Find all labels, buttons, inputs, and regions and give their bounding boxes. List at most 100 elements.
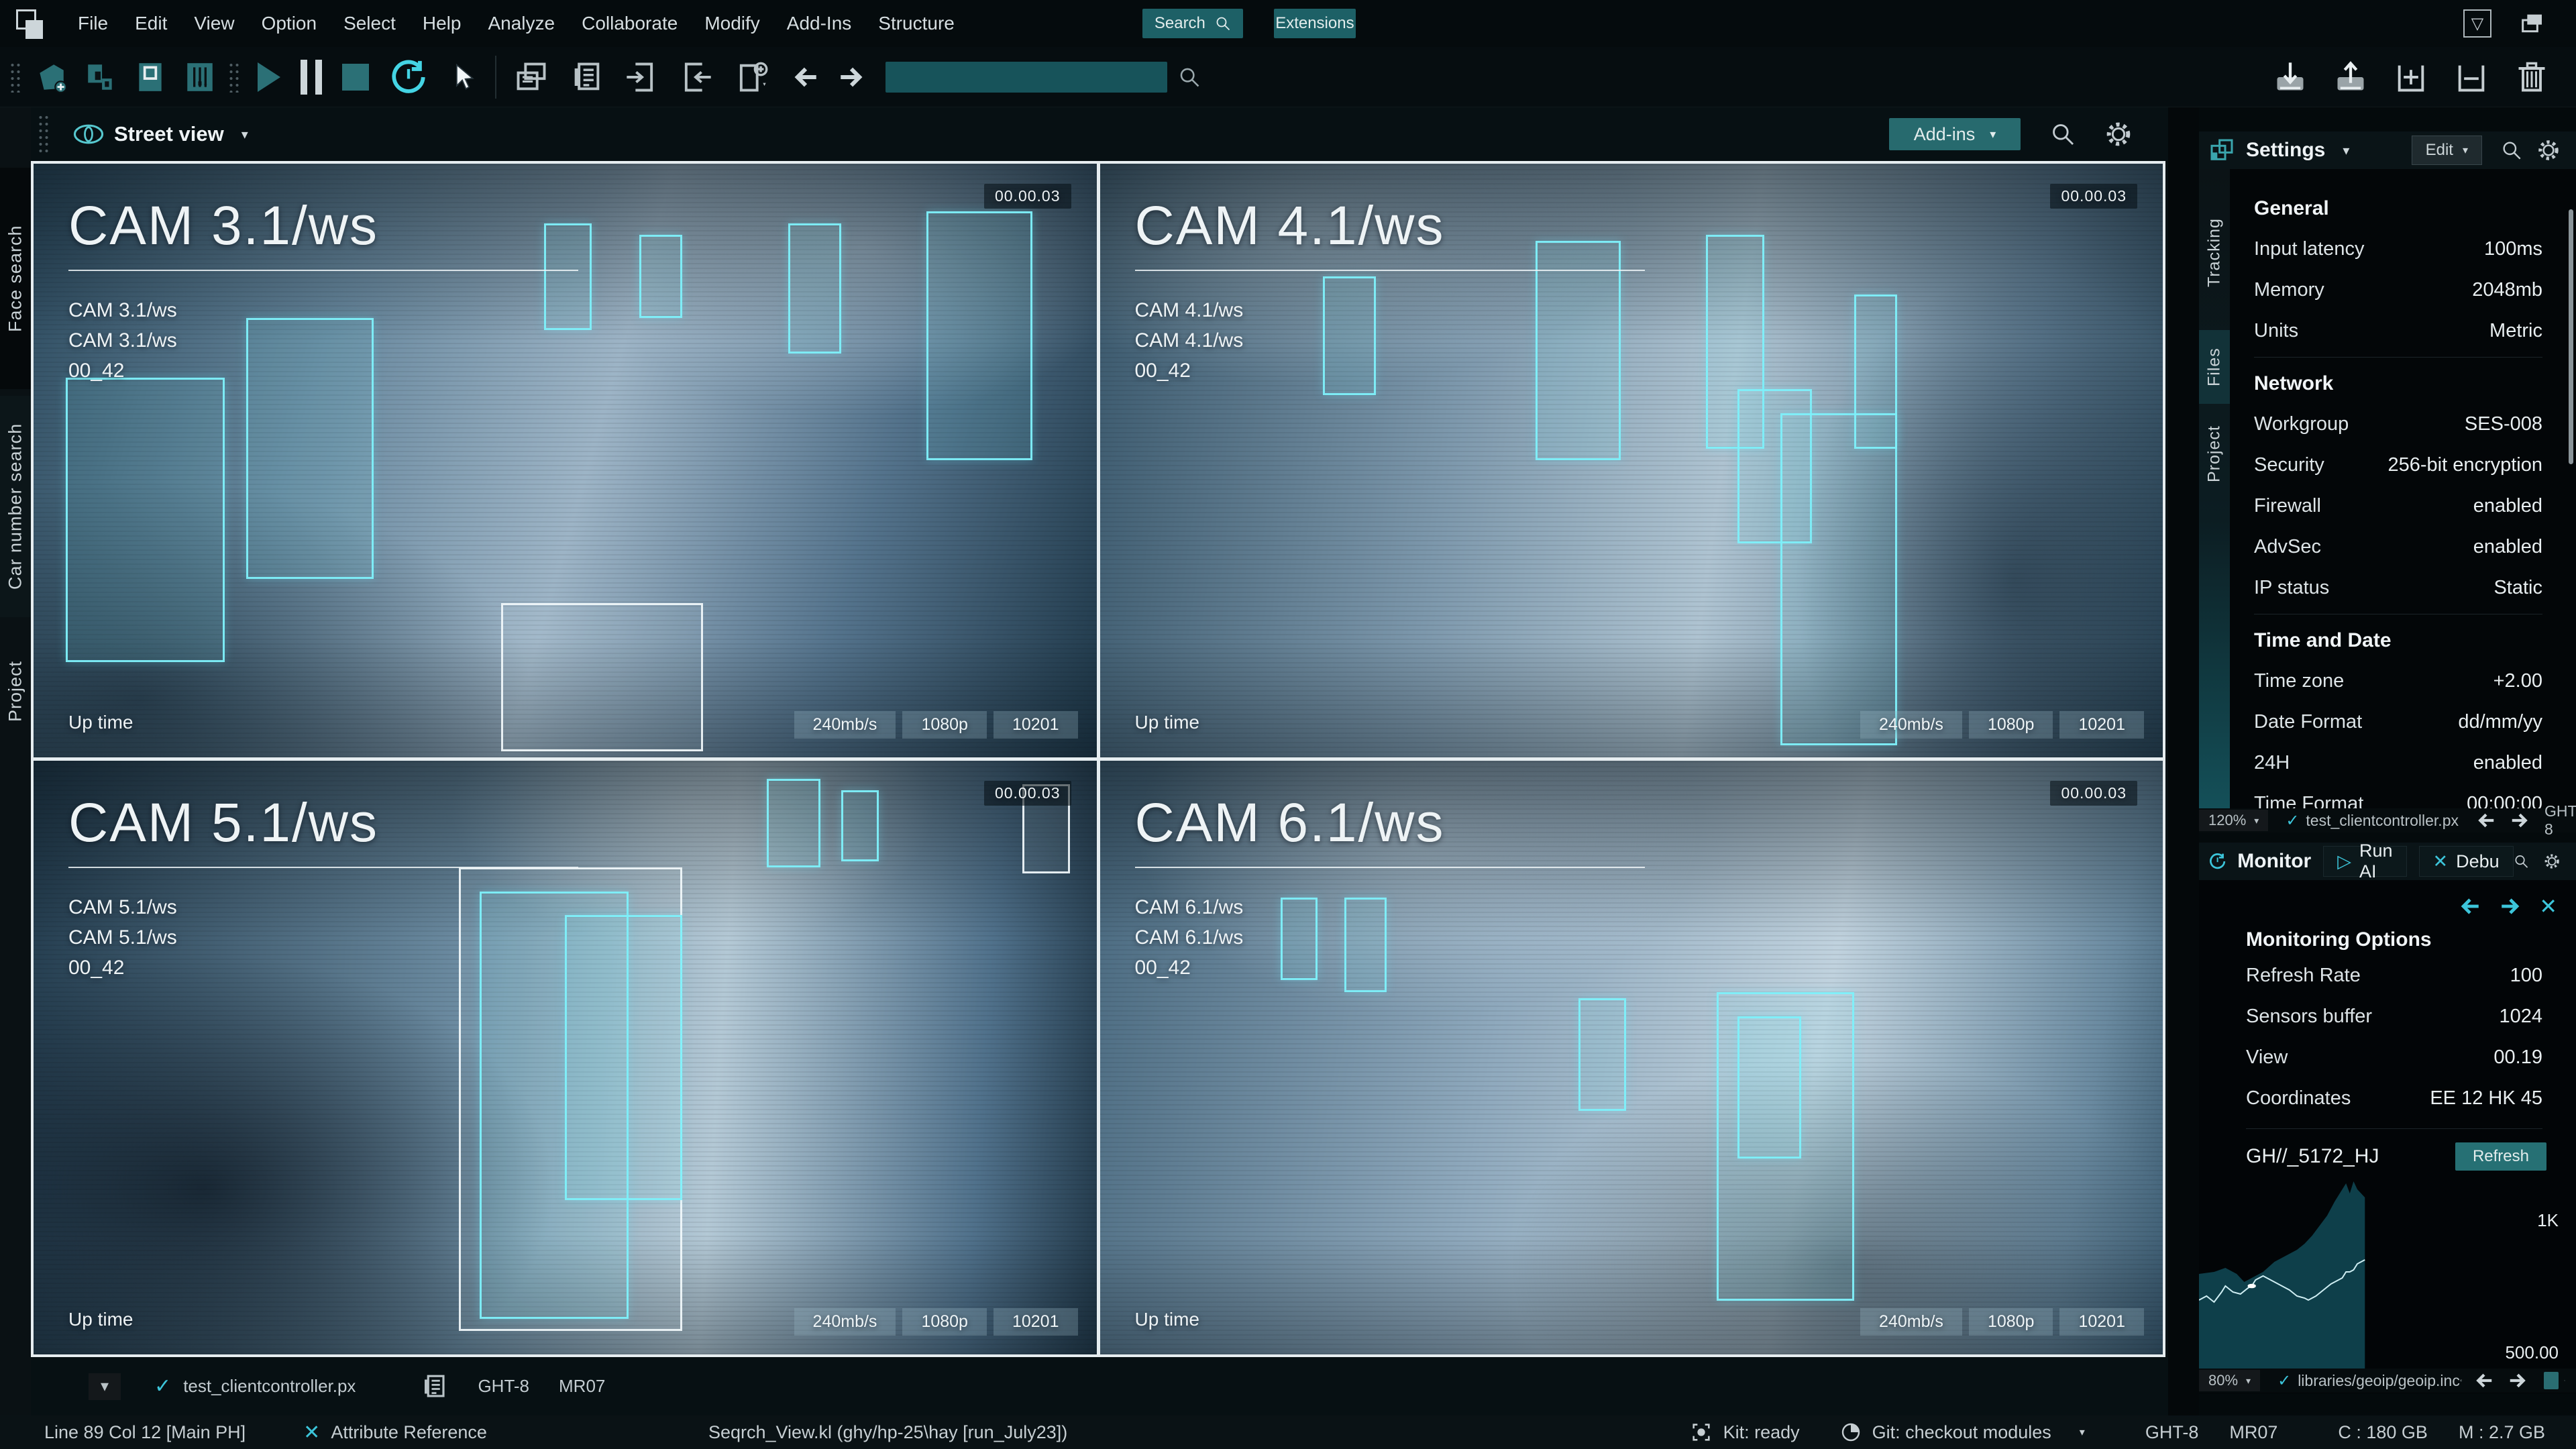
setting-value[interactable]: enabled xyxy=(2473,536,2542,558)
menu-structure[interactable]: Structure xyxy=(865,13,968,34)
sliders-tool-icon[interactable] xyxy=(181,58,219,96)
menu-file[interactable]: File xyxy=(64,13,121,34)
refresh-button[interactable]: Refresh xyxy=(2455,1142,2546,1171)
scrollbar[interactable] xyxy=(2569,209,2573,464)
menu-analyze[interactable]: Analyze xyxy=(474,13,568,34)
settings-row[interactable]: Units Metric xyxy=(2254,311,2542,352)
export-page-icon[interactable] xyxy=(679,60,714,95)
settings-row[interactable]: Security 256-bit encryption xyxy=(2254,445,2542,486)
settings-row[interactable]: Workgroup SES-008 xyxy=(2254,404,2542,445)
run-ai-tab[interactable]: ▷ Run AI xyxy=(2323,846,2406,877)
search-icon[interactable] xyxy=(2501,140,2522,161)
settings-row[interactable]: AdvSec enabled xyxy=(2254,527,2542,568)
edit-button[interactable]: Edit ▾ xyxy=(2412,136,2482,165)
remove-item-icon[interactable] xyxy=(2454,60,2489,95)
forward-arrow-icon[interactable] xyxy=(2510,810,2530,830)
active-file-label[interactable]: test_clientcontroller.px xyxy=(183,1376,356,1397)
view-selector[interactable]: Street view xyxy=(114,122,224,146)
setting-value[interactable]: SES-008 xyxy=(2465,413,2542,435)
monitor-value[interactable]: 1024 xyxy=(2499,1006,2542,1028)
setting-value[interactable]: Static xyxy=(2493,577,2542,599)
forward-arrow-icon[interactable] xyxy=(2508,1371,2528,1391)
search-icon[interactable] xyxy=(2564,1373,2565,1388)
setting-value[interactable]: dd/mm/yy xyxy=(2458,711,2542,733)
setting-value[interactable]: Metric xyxy=(2489,320,2542,342)
sidebar-tab-project[interactable]: Project xyxy=(0,624,31,758)
cursor-tool-icon[interactable] xyxy=(448,62,478,92)
chevron-down-icon[interactable]: ▾ xyxy=(2343,142,2349,159)
back-arrow-icon[interactable] xyxy=(2459,895,2481,918)
monitor-row[interactable]: Coordinates EE 12 HK 45 xyxy=(2246,1078,2542,1119)
menu-option[interactable]: Option xyxy=(248,13,331,34)
monitor-value[interactable]: 100 xyxy=(2510,965,2542,987)
menu-collaborate[interactable]: Collaborate xyxy=(568,13,691,34)
menu-edit[interactable]: Edit xyxy=(121,13,180,34)
back-arrow-icon[interactable] xyxy=(2476,810,2496,830)
toolbar-search-input[interactable] xyxy=(885,62,1167,93)
settings-row[interactable]: Time zone +2.00 xyxy=(2254,661,2542,702)
drag-grip[interactable] xyxy=(228,62,241,93)
stop-button[interactable] xyxy=(342,64,369,91)
camera-feed-4-1[interactable]: CAM 4.1/ws CAM 4.1/ws CAM 4.1/ws 00_42 0… xyxy=(1100,164,2163,757)
search-icon[interactable] xyxy=(2050,121,2076,147)
menu-select[interactable]: Select xyxy=(330,13,409,34)
git-status[interactable]: Git: checkout modules ▾ xyxy=(1840,1421,2085,1443)
settings-row[interactable]: 24H enabled xyxy=(2254,743,2542,784)
debug-tab[interactable]: ✕ Debu xyxy=(2419,846,2514,877)
settings-row[interactable]: IP status Static xyxy=(2254,568,2542,608)
frame-tool-icon[interactable] xyxy=(131,58,169,96)
gear-icon[interactable] xyxy=(2544,850,2560,873)
trash-icon[interactable] xyxy=(2514,60,2549,95)
active-file-label[interactable]: libraries/geoip/geoip.inc xyxy=(2298,1372,2460,1390)
attribute-reference-label[interactable]: Attribute Reference xyxy=(331,1422,487,1443)
drag-grip[interactable] xyxy=(9,62,23,93)
settings-tab-project[interactable]: Project xyxy=(2199,411,2230,498)
download-icon[interactable] xyxy=(2273,60,2308,95)
setting-value[interactable]: 100ms xyxy=(2484,238,2542,260)
layout-tool-icon[interactable] xyxy=(82,58,119,96)
settings-tab-files[interactable]: Files xyxy=(2199,330,2230,404)
sidebar-tab-car-number-search[interactable]: Car number search xyxy=(0,396,31,617)
settings-row[interactable]: Firewall enabled xyxy=(2254,486,2542,527)
settings-row[interactable]: Memory 2048mb xyxy=(2254,270,2542,311)
pause-button[interactable] xyxy=(301,60,322,95)
search-icon[interactable] xyxy=(1178,66,1201,89)
chevron-down-icon[interactable]: ▾ xyxy=(241,126,248,143)
close-icon[interactable]: ✕ xyxy=(303,1421,320,1444)
kit-status[interactable]: Kit: ready xyxy=(1690,1421,1800,1444)
setting-value[interactable]: enabled xyxy=(2473,495,2542,517)
document-list-icon[interactable] xyxy=(2460,1371,2462,1391)
monitor-row[interactable]: Sensors buffer 1024 xyxy=(2246,996,2542,1037)
settings-tab-tracking[interactable]: Tracking xyxy=(2199,189,2230,317)
monitor-row[interactable]: Refresh Rate 100 xyxy=(2246,955,2542,996)
settings-row[interactable]: Date Format dd/mm/yy xyxy=(2254,702,2542,743)
drag-grip[interactable] xyxy=(38,114,51,154)
search-icon[interactable] xyxy=(2514,851,2529,872)
import-page-icon[interactable] xyxy=(624,60,659,95)
monitor-value[interactable]: 00.19 xyxy=(2493,1046,2542,1069)
sidebar-tab-face-search[interactable]: Face search xyxy=(0,168,31,389)
monitor-value[interactable]: EE 12 HK 45 xyxy=(2430,1087,2542,1110)
document-list-icon[interactable] xyxy=(569,60,604,95)
setting-value[interactable]: 256-bit encryption xyxy=(2387,454,2542,476)
dropdown-box-icon[interactable]: ▽ xyxy=(2463,9,2491,38)
setting-value[interactable]: enabled xyxy=(2473,752,2542,774)
active-file-label[interactable]: test_clientcontroller.px xyxy=(2306,812,2459,830)
forward-arrow-icon[interactable] xyxy=(2499,895,2522,918)
menu-modify[interactable]: Modify xyxy=(691,13,773,34)
back-arrow-icon[interactable] xyxy=(792,63,820,91)
setting-value[interactable]: 2048mb xyxy=(2472,279,2542,301)
addins-button[interactable]: Add-ins ▾ xyxy=(1889,118,2021,150)
camera-feed-5-1[interactable]: CAM 5.1/ws CAM 5.1/ws CAM 5.1/ws 00_42 0… xyxy=(34,761,1097,1354)
shape-tool-icon[interactable] xyxy=(32,58,70,96)
add-page-icon[interactable] xyxy=(734,60,769,95)
setting-value[interactable]: +2.00 xyxy=(2493,670,2542,692)
upload-icon[interactable] xyxy=(2333,60,2368,95)
document-list-icon[interactable] xyxy=(420,1373,448,1401)
zoom-level-dropdown[interactable]: 120% ▾ xyxy=(2199,810,2268,831)
cascade-windows-icon[interactable] xyxy=(514,60,549,95)
forward-arrow-icon[interactable] xyxy=(837,63,865,91)
gear-icon[interactable] xyxy=(2105,121,2132,148)
menu-view[interactable]: View xyxy=(180,13,248,34)
zoom-level-dropdown[interactable]: 80% ▾ xyxy=(2199,1370,2260,1391)
